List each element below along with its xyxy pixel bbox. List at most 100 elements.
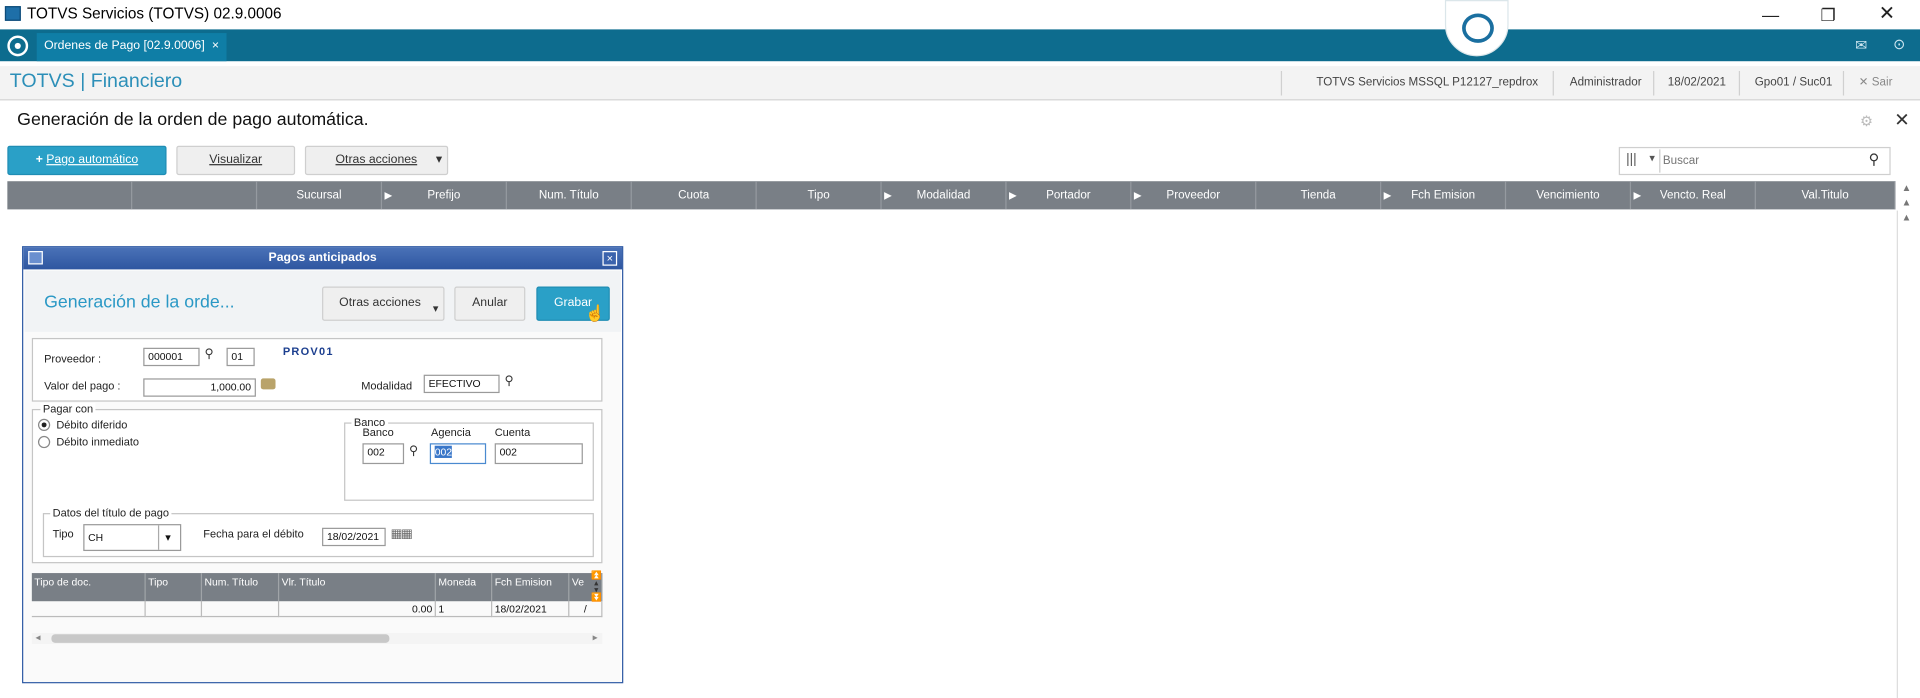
visualizar-button[interactable]: Visualizar [176, 145, 296, 176]
grid-column-header[interactable]: Sucursal [257, 181, 383, 210]
supplier-panel: Proveedor : 000001 ⚲ 01 PROV01 Valor del… [31, 337, 603, 402]
tab-bar: Ordenes de Pago [02.9.0006] × ✉ ⊙ [0, 29, 1920, 62]
debit-date-field[interactable]: 18/02/2021 [322, 527, 386, 547]
table-cell[interactable] [31, 601, 146, 618]
close-window-icon[interactable]: ✕ [1859, 0, 1915, 29]
modality-label: Modalidad [361, 379, 413, 392]
grid-column-header[interactable]: Tienda [1256, 181, 1382, 210]
table-cell[interactable]: 0.00 [279, 601, 436, 618]
table-column-header[interactable]: Tipo [146, 573, 203, 602]
grid-column-header[interactable]: Cuota [632, 181, 757, 210]
grid-column-header[interactable]: Fch Emision [1381, 181, 1507, 210]
date-label: 18/02/2021 [1667, 75, 1726, 90]
pay-with-group: Pagar con Débito diferido Débito inmedia… [31, 402, 603, 564]
tab-label: Ordenes de Pago [02.9.0006] [44, 39, 205, 53]
window-titlebar: TOTVS Servicios (TOTVS) 02.9.0006 — ❐ ✕ [0, 0, 1920, 30]
table-column-header[interactable]: Ve [569, 573, 603, 602]
scroll-top-icon[interactable]: ▲ [1898, 181, 1915, 196]
tab-ordenes-de-pago[interactable]: Ordenes de Pago [02.9.0006] × [36, 33, 227, 62]
agency-field[interactable]: 002 [429, 443, 487, 465]
bank-field[interactable]: 002 [362, 443, 405, 465]
restore-icon[interactable]: ❐ [1800, 0, 1856, 29]
pay-with-legend: Pagar con [40, 402, 96, 416]
grid-column-header[interactable]: Portador [1007, 181, 1132, 210]
columns-icon[interactable]: ||| [1626, 152, 1637, 167]
pago-automatico-button[interactable]: + Pago automático [7, 145, 167, 176]
agency-label: Agencia [431, 426, 471, 439]
grid-column-header[interactable]: Modalidad [882, 181, 1007, 210]
account-label: Cuenta [494, 426, 531, 439]
supplier-store-field[interactable]: 01 [226, 347, 255, 367]
scroll-right-icon[interactable]: ▸ [593, 632, 598, 643]
grid-column-header[interactable]: Proveedor [1131, 181, 1257, 210]
chevron-down-icon: ▾ [435, 153, 443, 167]
dialog-header: Generación de la orde... Otras acciones … [24, 270, 621, 332]
scroll-left-icon[interactable]: ◂ [36, 632, 41, 643]
calendar-icon[interactable]: ▦▦ [391, 528, 413, 541]
grid-column-header[interactable] [7, 181, 133, 210]
main-grid-header: Sucursal ▶ Prefijo Num. Título Cuota Tipo ▶ Mod… [7, 181, 1896, 210]
table-cell[interactable]: 1 [435, 601, 493, 618]
module-brand: TOTVS | Financiero [9, 71, 183, 92]
totvs-logo-icon[interactable] [7, 35, 29, 57]
dialog-otras-acciones-button[interactable]: Otras acciones ▾ [322, 286, 445, 321]
close-page-icon[interactable]: ✕ [1894, 109, 1909, 131]
table-cell[interactable] [202, 601, 280, 618]
otras-acciones-button[interactable]: Otras acciones ▾ [304, 145, 449, 176]
radio-debito-inmediato[interactable] [37, 435, 51, 449]
table-column-header[interactable]: Moneda [436, 573, 493, 602]
table-column-header[interactable]: Num. Título [202, 573, 280, 602]
account-field[interactable]: 002 [494, 443, 583, 465]
table-cell[interactable] [145, 601, 203, 618]
bank-group: Banco Banco Agencia Cuenta 002 ⚲ 002 002 [344, 416, 594, 501]
close-icon: ✕ [1858, 75, 1869, 90]
user-label: Administrador [1569, 75, 1642, 90]
grid-column-header[interactable]: Prefijo [382, 181, 507, 210]
horizontal-scrollbar[interactable]: ◂ ▸ [31, 632, 603, 645]
supplier-lookup-icon[interactable]: ⚲ [204, 348, 213, 361]
radio-debito-diferido[interactable] [37, 418, 51, 432]
search-input[interactable] [1662, 151, 1859, 171]
environment-label: TOTVS Servicios MSSQL P12127_repdrox [1316, 75, 1539, 90]
scroll-thumb[interactable] [51, 634, 390, 643]
table-cell[interactable]: 18/02/2021 [492, 601, 570, 618]
grid-column-header[interactable]: Vencto. Real [1631, 181, 1756, 210]
minimize-icon[interactable]: — [1742, 0, 1798, 29]
search-box[interactable]: ||| ▾ ⚲ [1618, 146, 1891, 176]
grid-column-header[interactable]: Val.Titulo [1756, 181, 1896, 210]
pagos-anticipados-dialog: Pagos anticipados × Generación de la ord… [22, 246, 624, 684]
table-column-header[interactable]: Vlr. Título [279, 573, 436, 602]
modality-lookup-icon[interactable]: ⚲ [504, 375, 513, 388]
grid-column-header[interactable]: Num. Título [507, 181, 632, 210]
grid-column-header[interactable]: Tipo [757, 181, 882, 210]
search-icon[interactable]: ⚲ [1869, 151, 1880, 168]
scroll-down-icon[interactable]: ▲ [1898, 211, 1915, 226]
anular-button[interactable]: Anular [454, 286, 526, 321]
exit-button[interactable]: ✕ Sair [1859, 76, 1893, 89]
table-cell[interactable]: / [569, 601, 603, 618]
title-data-group: Datos del título de pago Tipo CH ▾ Fecha… [42, 506, 594, 558]
dialog-heading: Generación de la orde... [44, 292, 235, 313]
amount-field[interactable]: 1,000.00 [143, 378, 256, 397]
modality-field[interactable]: EFECTIVO [423, 374, 500, 394]
supplier-name: PROV01 [282, 345, 334, 358]
gear-icon[interactable]: ⚙ [1860, 113, 1873, 130]
chevron-down-icon[interactable]: ▾ [1649, 152, 1655, 165]
bank-lookup-icon[interactable]: ⚲ [409, 444, 418, 457]
calculator-icon[interactable] [260, 378, 276, 390]
type-select[interactable]: CH ▾ [83, 524, 182, 552]
page-title: Generación de la orden de pago automátic… [17, 110, 369, 130]
dialog-close-icon[interactable]: × [602, 251, 618, 266]
scroll-up-icon[interactable]: ▲ [1898, 196, 1915, 211]
tab-close-icon[interactable]: × [212, 39, 219, 52]
grid-column-header[interactable] [132, 181, 258, 210]
grid-column-header[interactable]: Vencimiento [1506, 181, 1632, 210]
table-column-header[interactable]: Tipo de doc. [32, 573, 146, 602]
chevron-down-icon: ▾ [165, 531, 171, 544]
mail-icon[interactable]: ✉ [1855, 37, 1867, 54]
grid-scrollbar[interactable]: ▲ ▲ ▲ [1898, 181, 1915, 245]
help-icon[interactable]: ⊙ [1893, 36, 1905, 53]
table-column-header[interactable]: Fch Emision [492, 573, 570, 602]
supplier-code-field[interactable]: 000001 [143, 347, 200, 367]
debit-date-label: Fecha para el débito [203, 527, 304, 541]
